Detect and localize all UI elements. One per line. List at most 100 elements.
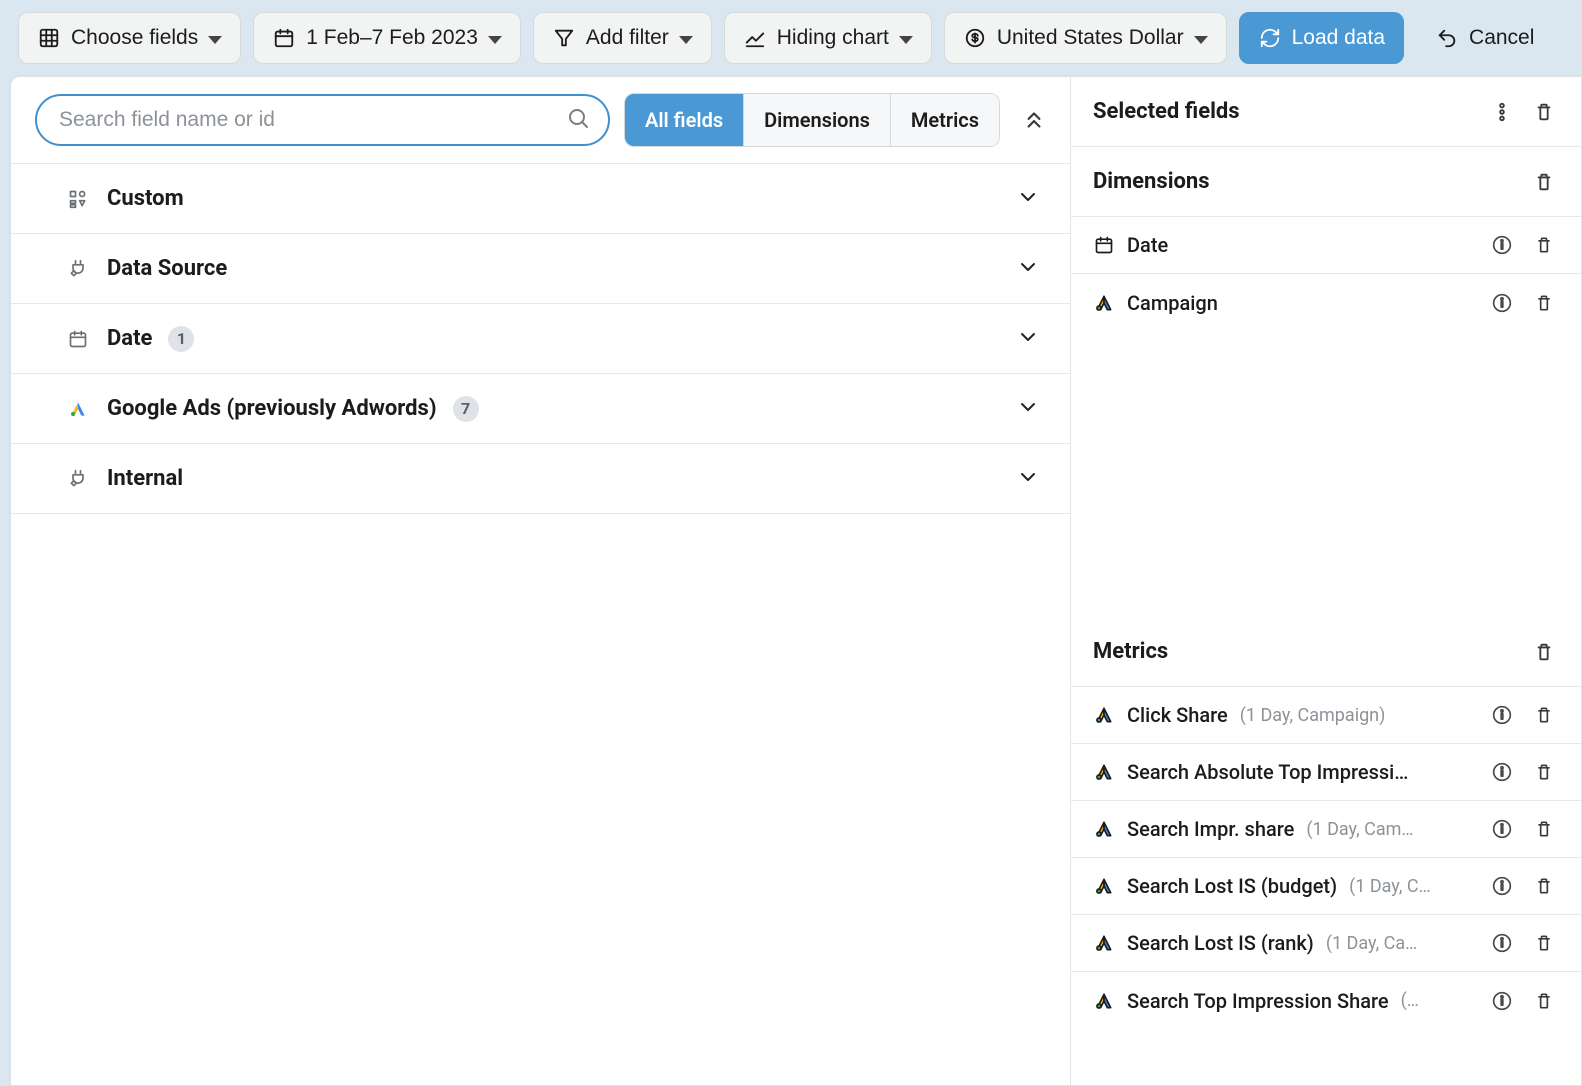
ga-icon [1093, 932, 1115, 954]
field-row[interactable]: Search Absolute Top Impressio… [1071, 744, 1581, 801]
dimensions-header: Dimensions [1071, 147, 1581, 217]
field-row[interactable]: Search Lost IS (rank)(1 Day, Ca… [1071, 915, 1581, 972]
metrics-header: Metrics [1071, 617, 1581, 687]
metrics-title: Metrics [1093, 639, 1517, 664]
dimensions-title: Dimensions [1093, 169, 1517, 194]
chevron-down-icon [488, 26, 502, 50]
chevron-down-icon [208, 26, 222, 50]
ga-icon [1093, 990, 1115, 1012]
field-type-tabs: All fields Dimensions Metrics [624, 93, 1000, 147]
category-label: Custom [107, 186, 184, 211]
filter-icon [552, 26, 576, 50]
info-icon[interactable] [1487, 288, 1517, 318]
ga-icon [1093, 292, 1115, 314]
category-row[interactable]: Data Source [11, 234, 1070, 304]
ga-icon [1093, 761, 1115, 783]
remove-field-button[interactable] [1529, 757, 1559, 787]
field-row[interactable]: Date [1071, 217, 1581, 274]
toolbar: Choose fields 1 Feb–7 Feb 2023 Add filte… [0, 0, 1582, 76]
custom-icon [65, 186, 91, 212]
ga-icon [1093, 704, 1115, 726]
field-row[interactable]: Search Impr. share(1 Day, Cam… [1071, 801, 1581, 858]
field-row[interactable]: Search Lost IS (budget) (1 Day, C… [1071, 858, 1581, 915]
tab-all-fields[interactable]: All fields [625, 94, 744, 146]
load-data-label: Load data [1292, 26, 1385, 50]
category-label: Google Ads (previously Adwords) [107, 396, 437, 421]
chevron-down-icon [1194, 26, 1208, 50]
field-row[interactable]: Search Top Impression Share(… [1071, 972, 1581, 1029]
search-row: All fields Dimensions Metrics [11, 77, 1070, 163]
search-input[interactable] [35, 94, 610, 146]
info-icon[interactable] [1487, 814, 1517, 844]
selected-title: Selected fields [1093, 99, 1475, 124]
tab-dimensions[interactable]: Dimensions [744, 94, 891, 146]
currency-button[interactable]: United States Dollar [944, 12, 1227, 64]
selected-fields-panel: Selected fields Dimensions DateCampaign … [1071, 77, 1581, 1085]
hiding-chart-label: Hiding chart [777, 26, 889, 50]
category-row[interactable]: Google Ads (previously Adwords)7 [11, 374, 1070, 444]
field-name: Search Absolute Top Impressio… [1127, 760, 1417, 784]
field-browser: All fields Dimensions Metrics Custom Data… [11, 77, 1071, 1085]
info-icon[interactable] [1487, 757, 1517, 787]
search-wrap [35, 94, 610, 146]
metrics-block: Metrics Click Share(1 Day, Campaign) Sear… [1071, 617, 1581, 1085]
fields-panel: All fields Dimensions Metrics Custom Data… [10, 76, 1582, 1086]
choose-fields-button[interactable]: Choose fields [18, 12, 241, 64]
remove-field-button[interactable] [1529, 230, 1559, 260]
chevron-down-icon [1016, 465, 1040, 493]
calendar-icon [1093, 234, 1115, 256]
info-icon[interactable] [1487, 230, 1517, 260]
category-row[interactable]: Custom [11, 164, 1070, 234]
search-icon [566, 106, 590, 134]
clear-metrics-button[interactable] [1529, 637, 1559, 667]
field-name: Campaign [1127, 291, 1218, 315]
remove-field-button[interactable] [1529, 871, 1559, 901]
field-sub: (… [1401, 990, 1419, 1011]
calendar-icon [65, 326, 91, 352]
tab-metrics[interactable]: Metrics [891, 94, 999, 146]
field-sub: (1 Day, C… [1349, 876, 1431, 897]
collapse-all-button[interactable] [1014, 100, 1054, 140]
category-row[interactable]: Date1 [11, 304, 1070, 374]
category-list: CustomData SourceDate1Google Ads (previo… [11, 163, 1070, 514]
dimensions-block: Dimensions Date Campaign [1071, 147, 1581, 617]
info-icon[interactable] [1487, 700, 1517, 730]
category-label: Data Source [107, 256, 227, 281]
date-range-label: 1 Feb–7 Feb 2023 [306, 26, 478, 50]
remove-field-button[interactable] [1529, 928, 1559, 958]
more-menu-button[interactable] [1487, 97, 1517, 127]
calendar-icon [272, 26, 296, 50]
remove-field-button[interactable] [1529, 288, 1559, 318]
load-data-button[interactable]: Load data [1239, 12, 1404, 64]
plug-icon [65, 256, 91, 282]
clear-all-button[interactable] [1529, 97, 1559, 127]
field-row[interactable]: Click Share(1 Day, Campaign) [1071, 687, 1581, 744]
add-filter-button[interactable]: Add filter [533, 12, 712, 64]
cancel-button[interactable]: Cancel [1416, 12, 1553, 64]
field-row[interactable]: Campaign [1071, 274, 1581, 331]
dimensions-list: Date Campaign [1071, 217, 1581, 617]
ga-icon [1093, 818, 1115, 840]
field-sub: (1 Day, Cam… [1306, 819, 1413, 840]
add-filter-label: Add filter [586, 26, 669, 50]
clear-dimensions-button[interactable] [1529, 167, 1559, 197]
currency-label: United States Dollar [997, 26, 1184, 50]
chevron-down-icon [679, 26, 693, 50]
chevron-down-icon [899, 26, 913, 50]
field-name: Search Lost IS (budget) [1127, 874, 1337, 898]
metrics-list: Click Share(1 Day, Campaign) Search Absol… [1071, 687, 1581, 1085]
info-icon[interactable] [1487, 986, 1517, 1016]
chevron-down-icon [1016, 395, 1040, 423]
info-icon[interactable] [1487, 928, 1517, 958]
remove-field-button[interactable] [1529, 700, 1559, 730]
remove-field-button[interactable] [1529, 986, 1559, 1016]
chart-icon [743, 26, 767, 50]
chevron-down-icon [1016, 255, 1040, 283]
info-icon[interactable] [1487, 871, 1517, 901]
category-row[interactable]: Internal [11, 444, 1070, 514]
category-label: Internal [107, 466, 183, 491]
date-range-button[interactable]: 1 Feb–7 Feb 2023 [253, 12, 521, 64]
ga-icon [1093, 875, 1115, 897]
hiding-chart-button[interactable]: Hiding chart [724, 12, 932, 64]
remove-field-button[interactable] [1529, 814, 1559, 844]
